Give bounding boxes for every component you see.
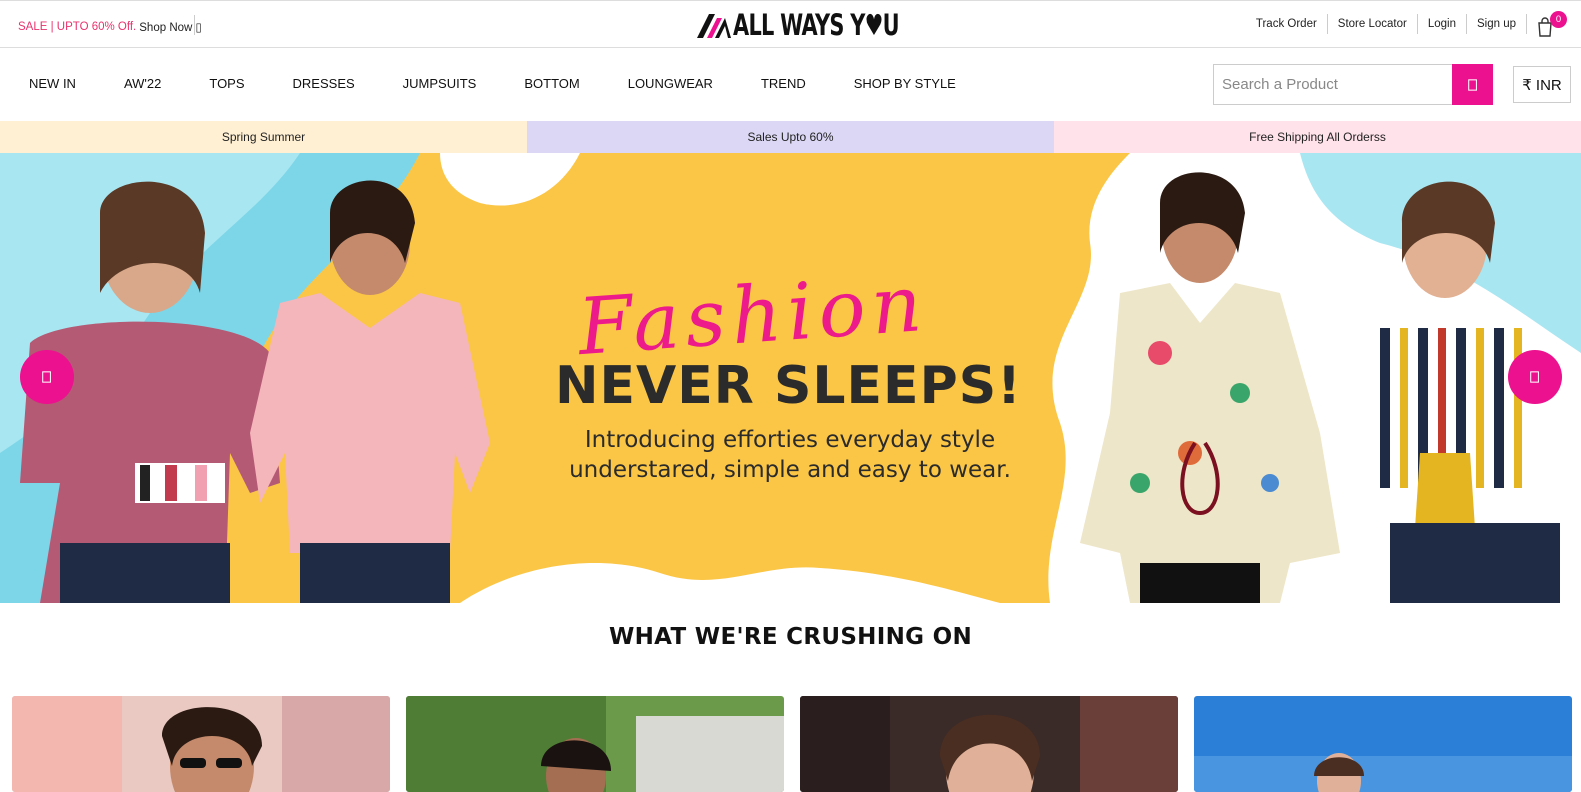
search-button[interactable] — [1452, 64, 1493, 105]
nav-item-aw22[interactable]: AW'22 — [124, 76, 161, 91]
nav-item-trend[interactable]: TREND — [761, 76, 806, 91]
search-icon — [1467, 78, 1477, 91]
track-order-link[interactable]: Track Order — [1246, 14, 1328, 34]
product-image — [800, 696, 1178, 792]
signup-link[interactable]: Sign up — [1467, 14, 1527, 34]
product-image — [1194, 696, 1572, 792]
announcement-strip: Spring Summer Sales Upto 60% Free Shippi… — [0, 121, 1581, 153]
announcement-sales[interactable]: Sales Upto 60% — [527, 121, 1054, 153]
chevron-right-icon — [1530, 371, 1539, 383]
search-input[interactable] — [1214, 65, 1453, 104]
chevron-left-icon — [42, 371, 51, 383]
announcement-spring-summer[interactable]: Spring Summer — [0, 121, 527, 153]
search-box — [1213, 64, 1453, 105]
product-cards — [12, 696, 1572, 792]
product-card[interactable] — [406, 696, 784, 792]
carousel-prev-button[interactable] — [20, 350, 74, 404]
hero-subtitle-line-2: understared, simple and easy to wear. — [569, 457, 1011, 483]
nav-item-jumpsuits[interactable]: JUMPSUITS — [403, 76, 477, 91]
site-logo[interactable]: ALL WAYS Y♥U — [695, 7, 963, 43]
currency-selector[interactable]: ₹ INR — [1513, 66, 1571, 103]
announcement-free-shipping[interactable]: Free Shipping All Orderss — [1054, 121, 1581, 153]
section-title: WHAT WE'RE CRUSHING ON — [608, 624, 973, 650]
product-image — [12, 696, 390, 792]
hero-banner[interactable]: Fashion NEVER SLEEPS! Introducing effort… — [0, 153, 1581, 603]
nav-item-tops[interactable]: TOPS — [209, 76, 244, 91]
divider — [194, 15, 195, 35]
product-card[interactable] — [800, 696, 1178, 792]
nav-item-bottom[interactable]: BOTTOM — [524, 76, 579, 91]
promo-sale-text: SALE | UPTO 60% Off. — [18, 21, 137, 33]
nav-item-dresses[interactable]: DRESSES — [293, 76, 355, 91]
store-locator-link[interactable]: Store Locator — [1328, 14, 1418, 34]
cart-count-badge: 0 — [1550, 11, 1567, 28]
logo-text: ALL WAYS Y♥U — [733, 8, 900, 42]
nav-menu: NEW IN AW'22 TOPS DRESSES JUMPSUITS BOTT… — [29, 76, 1004, 91]
nav-item-loungwear[interactable]: LOUNGWEAR — [628, 76, 713, 91]
hero-title: NEVER SLEEPS! — [555, 356, 1022, 416]
product-card[interactable] — [1194, 696, 1572, 792]
shop-now-link[interactable]: Shop Now ▯ — [139, 20, 202, 34]
top-bar: SALE | UPTO 60% Off. Shop Now ▯ ALL WAYS… — [0, 0, 1581, 48]
login-link[interactable]: Login — [1418, 14, 1467, 34]
logo-mark-icon — [697, 14, 731, 38]
carousel-next-button[interactable] — [1508, 350, 1562, 404]
product-image — [406, 696, 784, 792]
account-links: Track Order Store Locator Login Sign up — [1246, 14, 1527, 34]
promo-banner[interactable]: SALE | UPTO 60% Off. Shop Now ▯ — [18, 19, 202, 35]
nav-item-shop-by-style[interactable]: SHOP BY STYLE — [854, 76, 956, 91]
product-card[interactable] — [12, 696, 390, 792]
hero-subtitle: Introducing efforties everyday style und… — [555, 425, 1025, 485]
hero-subtitle-line-1: Introducing efforties everyday style — [584, 427, 996, 453]
nav-item-new-in[interactable]: NEW IN — [29, 76, 76, 91]
